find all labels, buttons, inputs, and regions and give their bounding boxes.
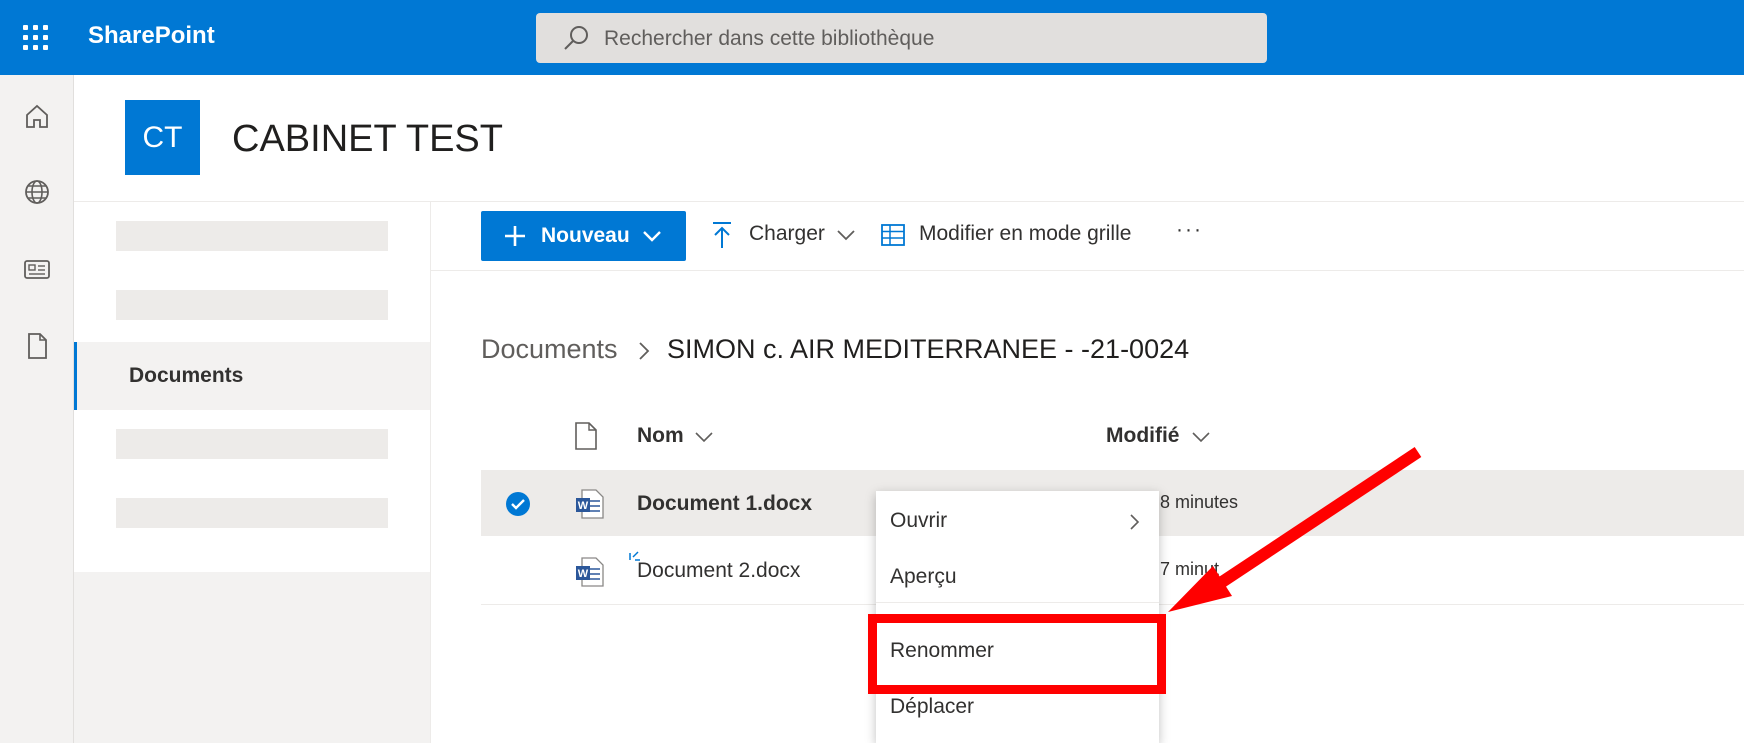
more-options-icon[interactable]: ···: [1176, 218, 1203, 242]
file-name[interactable]: Document 2.docx: [637, 559, 800, 583]
nav-placeholder: [116, 498, 388, 528]
file-name[interactable]: Document 1.docx: [637, 492, 812, 516]
app-name[interactable]: SharePoint: [88, 22, 215, 50]
menu-item-label: Déplacer: [890, 695, 975, 718]
word-file-icon: W: [576, 557, 604, 587]
file-icon[interactable]: [22, 331, 52, 361]
file-type-icon: [575, 422, 597, 450]
menu-item-label: Aperçu: [890, 565, 957, 588]
site-navigation-panel: Documents: [74, 202, 430, 572]
checkmark-circle-icon[interactable]: [505, 491, 531, 517]
svg-text:W: W: [578, 500, 589, 512]
chevron-down-icon[interactable]: [1191, 429, 1211, 445]
modified-value: 8 minutes: [1160, 492, 1239, 512]
menu-item-preview[interactable]: Aperçu: [876, 552, 1159, 602]
breadcrumb-current: SIMON c. AIR MEDITERRANEE - -21-0024: [667, 334, 1190, 364]
search-box[interactable]: Rechercher dans cette bibliothèque: [536, 13, 1267, 63]
app-rail: [0, 75, 74, 743]
upload-button[interactable]: Charger: [749, 222, 825, 246]
nav-placeholder: [116, 429, 388, 459]
new-button[interactable]: Nouveau: [481, 211, 686, 261]
search-placeholder: Rechercher dans cette bibliothèque: [604, 27, 935, 50]
breadcrumb-root[interactable]: Documents: [481, 334, 618, 365]
chevron-down-icon[interactable]: [694, 429, 714, 445]
site-title[interactable]: CABINET TEST: [232, 118, 503, 161]
new-button-label: Nouveau: [541, 224, 630, 247]
grid-edit-button[interactable]: Modifier en mode grille: [919, 222, 1131, 246]
globe-icon[interactable]: [22, 177, 52, 207]
highlight-box: [868, 614, 1166, 694]
top-bar: SharePoint Rechercher dans cette bibliot…: [0, 0, 1744, 75]
modified-value: 7 minut: [1160, 559, 1220, 579]
app-launcher-icon[interactable]: [22, 24, 50, 52]
chevron-down-icon[interactable]: [836, 227, 856, 243]
nav-item-documents[interactable]: Documents: [74, 342, 430, 410]
chevron-right-icon: [1130, 514, 1140, 530]
chevron-right-icon: [639, 342, 650, 360]
site-logo[interactable]: CT: [125, 100, 200, 175]
menu-item-label: Ouvrir: [890, 509, 948, 532]
search-icon: [564, 26, 588, 50]
grid-icon[interactable]: [880, 222, 906, 248]
upload-icon[interactable]: [710, 220, 734, 250]
news-icon[interactable]: [22, 254, 52, 284]
column-header-name[interactable]: Nom: [637, 424, 684, 448]
nav-divider: [430, 202, 431, 743]
plus-icon: [505, 226, 525, 246]
svg-text:W: W: [578, 568, 589, 580]
site-navigation: Documents: [74, 202, 431, 743]
nav-item-label: Documents: [129, 364, 244, 387]
nav-placeholder: [116, 221, 388, 251]
column-header-modified[interactable]: Modifié: [1106, 424, 1180, 448]
word-file-icon: W: [576, 489, 604, 519]
nav-placeholder: [116, 290, 388, 320]
chevron-down-icon: [643, 231, 661, 242]
menu-item-open[interactable]: Ouvrir: [876, 496, 1159, 546]
command-bar-divider: [431, 270, 1744, 271]
home-icon[interactable]: [22, 101, 52, 131]
menu-divider: [876, 602, 1159, 603]
